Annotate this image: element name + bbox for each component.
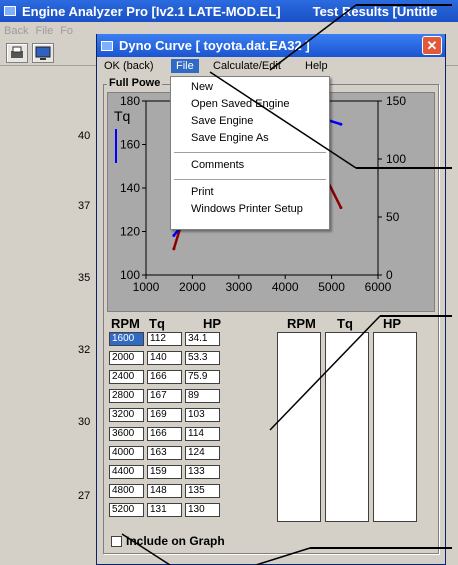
file-menu-save-engine-as[interactable]: Save Engine As	[191, 132, 269, 144]
background-graph-axis: 40 37 35 32 30 27	[14, 66, 92, 556]
rpm-cell[interactable]: 4000	[109, 446, 144, 460]
bg-axis-tick: 37	[78, 200, 91, 212]
y-left-tick-label: 140	[120, 181, 140, 195]
hp-cell[interactable]: 124	[185, 446, 220, 460]
file-menu-open-saved-engine[interactable]: Open Saved Engine	[191, 98, 289, 110]
menu-separator	[174, 179, 326, 180]
data-point-torque	[172, 247, 176, 251]
table-header-tq-2: Tq	[337, 316, 353, 331]
tq-cell[interactable]: 166	[147, 427, 182, 441]
rpm-cell[interactable]: 3200	[109, 408, 144, 422]
dialog-title-bar[interactable]: Dyno Curve [ toyota.dat.EA32 ] ✕	[97, 34, 445, 57]
y-right-tick-label: 100	[386, 152, 406, 166]
hp-cell[interactable]: 53.3	[185, 351, 220, 365]
x-tick-label: 3000	[225, 280, 252, 294]
bg-axis-tick: 27	[78, 490, 91, 502]
rpm-cell[interactable]: 1600	[109, 332, 144, 346]
bg-menu-file[interactable]: File	[35, 25, 53, 37]
include-on-graph-label: Include on Graph	[126, 534, 225, 548]
background-title: Engine Analyzer Pro [Iv2.1 LATE-MOD.EL]	[22, 3, 281, 19]
group-title: Full Powe	[107, 77, 163, 89]
include-on-graph-checkbox[interactable]	[111, 535, 122, 547]
rpm-cell[interactable]: 5200	[109, 503, 144, 517]
table-header-hp: HP	[203, 316, 222, 331]
y-right-tick-label: 0	[386, 268, 393, 282]
hp-cell[interactable]: 103	[185, 408, 220, 422]
hp-cell[interactable]: 34.1	[185, 332, 220, 346]
rpm-cell[interactable]: 3600	[109, 427, 144, 441]
rpm-column-2[interactable]	[277, 332, 321, 522]
x-tick-label: 1000	[133, 280, 160, 294]
dialog-title: Dyno Curve [ toyota.dat.EA32 ]	[119, 38, 310, 53]
bg-axis-tick: 35	[78, 272, 91, 284]
y-left-tick-label: 160	[120, 138, 140, 152]
bg-axis-tick: 32	[78, 344, 91, 356]
x-tick-label: 2000	[179, 280, 206, 294]
background-title-bar: Engine Analyzer Pro [Iv2.1 LATE-MOD.EL] …	[0, 0, 458, 22]
rpm-cell[interactable]: 2000	[109, 351, 144, 365]
include-on-graph-row[interactable]: Include on Graph	[111, 534, 225, 548]
file-menu-new[interactable]: New	[191, 81, 213, 93]
hp-cell[interactable]: 130	[185, 503, 220, 517]
table-header-rpm: RPM	[111, 316, 140, 331]
y-left-tick-label: 180	[120, 94, 140, 108]
background-title-right: Test Results [Untitle	[312, 3, 438, 19]
monitor-icon[interactable]	[32, 43, 54, 63]
table-header-rpm-2: RPM	[287, 316, 316, 331]
bg-menu-format[interactable]: Fo	[60, 25, 73, 37]
x-tick-label: 4000	[272, 280, 299, 294]
close-icon[interactable]: ✕	[422, 36, 442, 55]
file-menu-save-engine[interactable]: Save Engine	[191, 115, 253, 127]
tq-cell[interactable]: 163	[147, 446, 182, 460]
table-header-tq: Tq	[149, 316, 165, 331]
menu-ok-back[interactable]: OK (back)	[99, 59, 159, 73]
hp-cell[interactable]: 114	[185, 427, 220, 441]
menu-file[interactable]: File	[171, 59, 199, 73]
bg-axis-tick: 40	[78, 130, 91, 142]
tq-cell[interactable]: 148	[147, 484, 182, 498]
app-icon	[4, 6, 16, 16]
tq-cell[interactable]: 166	[147, 370, 182, 384]
x-tick-label: 6000	[365, 280, 392, 294]
print-icon[interactable]	[6, 43, 28, 63]
menu-help[interactable]: Help	[300, 59, 333, 73]
menu-separator	[174, 152, 326, 153]
file-menu-windows-printer-setup[interactable]: Windows Printer Setup	[191, 203, 303, 215]
data-point-torque	[339, 206, 343, 210]
dialog-menu-bar: OK (back) File Calculate/Edit Help	[97, 57, 445, 76]
y-left-tick-label: 120	[120, 225, 140, 239]
tq-cell[interactable]: 167	[147, 389, 182, 403]
rpm-cell[interactable]: 4400	[109, 465, 144, 479]
file-menu-print[interactable]: Print	[191, 186, 214, 198]
y-axis-label: Tq	[114, 108, 130, 124]
y-right-tick-label: 50	[386, 210, 400, 224]
table-header-hp-2: HP	[383, 316, 402, 331]
rpm-cell[interactable]: 2400	[109, 370, 144, 384]
menu-calculate-edit[interactable]: Calculate/Edit	[208, 59, 286, 73]
hp-cell[interactable]: 89	[185, 389, 220, 403]
x-tick-label: 5000	[318, 280, 345, 294]
tq-cell[interactable]: 140	[147, 351, 182, 365]
rpm-cell[interactable]: 2800	[109, 389, 144, 403]
bg-axis-tick: 30	[78, 416, 91, 428]
tq-cell[interactable]: 159	[147, 465, 182, 479]
dialog-app-icon	[101, 40, 113, 51]
file-menu-comments[interactable]: Comments	[191, 159, 244, 171]
hp-cell[interactable]: 75.9	[185, 370, 220, 384]
tq-cell[interactable]: 112	[147, 332, 182, 346]
rpm-cell[interactable]: 4800	[109, 484, 144, 498]
dyno-data-table: RPM Tq HP RPM Tq HP 1600 112 34.1 2000 140 53.3 2400…	[107, 316, 435, 526]
data-point-hp	[172, 233, 176, 237]
y-right-tick-label: 150	[386, 94, 406, 108]
bg-menu-back[interactable]: Back	[4, 25, 28, 37]
hp-cell[interactable]: 135	[185, 484, 220, 498]
hp-cell[interactable]: 133	[185, 465, 220, 479]
hp-column-2[interactable]	[373, 332, 417, 522]
file-dropdown-menu: New Open Saved Engine Save Engine Save E…	[170, 76, 330, 230]
data-point-hp	[339, 122, 343, 126]
tq-column-2[interactable]	[325, 332, 369, 522]
tq-cell[interactable]: 169	[147, 408, 182, 422]
tq-cell[interactable]: 131	[147, 503, 182, 517]
y-left-tick-label: 100	[120, 268, 140, 282]
